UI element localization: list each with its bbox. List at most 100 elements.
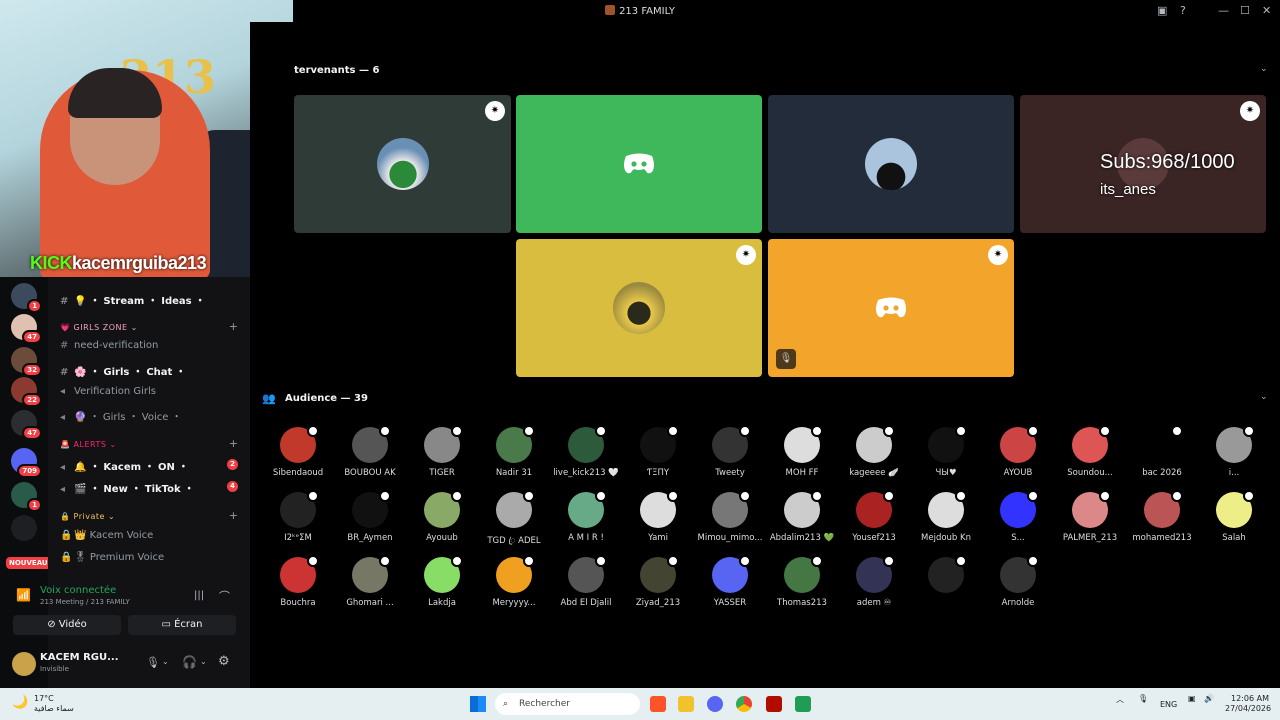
video-button[interactable]: ⊘ Vidéo: [13, 615, 121, 635]
server-icon[interactable]: 22: [11, 377, 42, 407]
taskbar-search[interactable]: ⌕ Rechercher: [495, 693, 640, 715]
audience-member[interactable]: A M I R !: [552, 490, 620, 543]
channel-new-tiktok[interactable]: ◂ 🎬 ・ New ・ TikTok ・: [60, 480, 194, 495]
disconnect-icon[interactable]: ⌒: [219, 588, 230, 604]
server-icon[interactable]: 47: [11, 410, 42, 440]
channel-girls-voice[interactable]: ◂ 🔮 ・ Girls ・ Voice ・: [60, 408, 182, 423]
speaker-tile[interactable]: ✷ Subs:968/1000 its_anes: [1020, 95, 1266, 233]
audience-member[interactable]: Ziyad_213: [624, 555, 692, 608]
server-icon[interactable]: 32: [11, 347, 42, 377]
chevron-down-icon[interactable]: ⌄: [1260, 64, 1268, 74]
audience-member[interactable]: ЧЫ♥: [912, 425, 980, 478]
windows-start-icon[interactable]: [470, 696, 486, 712]
category-private[interactable]: 🔒 Private ⌄: [60, 512, 115, 521]
folder-icon[interactable]: [678, 696, 694, 712]
brave-icon[interactable]: [650, 696, 666, 712]
audience-member[interactable]: kageeee 🪽: [840, 425, 908, 478]
voice-channel-path[interactable]: 213 Meeting / 213 FAMILY: [40, 598, 130, 606]
headset-icon[interactable]: 🎧: [182, 655, 197, 669]
audience-member[interactable]: adem ♾: [840, 555, 908, 608]
audience-member[interactable]: bac 2026: [1128, 425, 1196, 478]
microphone-icon[interactable]: 🎙: [1138, 694, 1148, 703]
audience-member[interactable]: live_kick213 🤍: [552, 425, 620, 478]
app-icon[interactable]: [795, 696, 811, 712]
server-icon[interactable]: 709: [11, 448, 42, 478]
server-icon[interactable]: [11, 515, 37, 541]
audience-member[interactable]: i...: [1200, 425, 1268, 478]
audience-member[interactable]: PALMER_213: [1056, 490, 1124, 543]
audience-member[interactable]: AYOUB: [984, 425, 1052, 478]
audience-member[interactable]: Ayouub: [408, 490, 476, 543]
clock[interactable]: 12:06 AM 27/04/2026: [1225, 694, 1271, 714]
channel-kacem-voice[interactable]: 🔒 👑 Kacem Voice: [60, 530, 153, 541]
audience-member[interactable]: Yami: [624, 490, 692, 543]
server-icon[interactable]: 47: [11, 314, 42, 344]
speakers-header[interactable]: tervenants — 6: [294, 65, 379, 76]
audience-member[interactable]: TGD ꦿ ADEL: [480, 490, 548, 551]
help-icon[interactable]: ?: [1180, 4, 1186, 17]
audience-member[interactable]: Meryyyy...: [480, 555, 548, 608]
chevron-up-icon[interactable]: ︿: [1116, 694, 1124, 705]
audience-member[interactable]: Bouchra: [264, 555, 332, 608]
audience-member[interactable]: Abd El Djalil: [552, 555, 620, 608]
server-icon[interactable]: 1: [11, 482, 42, 512]
speaker-tile[interactable]: [516, 95, 762, 233]
audience-member[interactable]: Ghomari ...: [336, 555, 404, 608]
category-alerts[interactable]: 🚨 ALERTS ⌄: [60, 440, 117, 449]
audience-member[interactable]: Abdalim213 💚: [768, 490, 836, 543]
audience-member[interactable]: Salah: [1200, 490, 1268, 543]
audience-member[interactable]: TIGER: [408, 425, 476, 478]
category-girls-zone[interactable]: 💗 GIRLS ZONE ⌄: [60, 323, 138, 332]
chevron-down-icon[interactable]: ⌄: [1260, 392, 1268, 402]
discord-icon[interactable]: [707, 696, 723, 712]
audience-member[interactable]: Lakdja: [408, 555, 476, 608]
chevron-down-icon[interactable]: ⌄: [200, 657, 207, 666]
chevron-down-icon[interactable]: ⌄: [162, 657, 169, 666]
channel-premium-voice[interactable]: 🔒 🎖 Premium Voice: [60, 552, 164, 563]
audience-member[interactable]: S...: [984, 490, 1052, 543]
audience-member[interactable]: YASSER: [696, 555, 764, 608]
audience-header[interactable]: Audience — 39: [285, 393, 368, 404]
add-channel-icon[interactable]: +: [229, 509, 238, 522]
add-channel-icon[interactable]: +: [229, 437, 238, 450]
noise-icon[interactable]: |||: [194, 590, 204, 601]
channel-need-verification[interactable]: # need-verification: [60, 340, 158, 351]
audience-member[interactable]: mohamed213: [1128, 490, 1196, 543]
screen-share-button[interactable]: ▭ Écran: [128, 615, 236, 635]
speaker-tile[interactable]: ✷: [516, 239, 762, 377]
acrobat-icon[interactable]: [766, 696, 782, 712]
language-indicator[interactable]: ENG: [1160, 700, 1177, 709]
minimize-button[interactable]: —: [1218, 4, 1229, 17]
audience-member[interactable]: Nadir 31: [480, 425, 548, 478]
server-icon[interactable]: 1: [11, 283, 42, 313]
volume-icon[interactable]: 🔊: [1204, 694, 1214, 703]
speaker-tile[interactable]: [768, 95, 1014, 233]
speaker-tile[interactable]: ✷ 🎙: [768, 239, 1014, 377]
inbox-icon[interactable]: ▣: [1157, 4, 1167, 17]
channel-girls-chat[interactable]: # 🌸 ・ Girls ・ Chat ・: [60, 363, 186, 378]
gear-icon[interactable]: ⚙: [218, 654, 230, 669]
audience-member[interactable]: BOUBOU AK: [336, 425, 404, 478]
audience-member[interactable]: Thomas213: [768, 555, 836, 608]
audience-member[interactable]: MÖH FF: [768, 425, 836, 478]
audience-member[interactable]: ƬΞПY: [624, 425, 692, 478]
avatar[interactable]: [12, 652, 36, 676]
audience-member[interactable]: Soundou...: [1056, 425, 1124, 478]
new-badge[interactable]: NOUVEAU: [6, 557, 51, 569]
channel-stream-ideas[interactable]: # 💡 ・ Stream ・ Ideas ・: [60, 292, 205, 307]
chrome-icon[interactable]: [736, 696, 752, 712]
microphone-icon[interactable]: 🎙: [146, 656, 160, 669]
maximize-button[interactable]: ☐: [1240, 4, 1250, 17]
channel-kacem-on[interactable]: ◂ 🔔 ・ Kacem ・ ON ・: [60, 458, 188, 473]
speaker-tile[interactable]: ✷: [294, 95, 511, 233]
audience-member[interactable]: Tweety: [696, 425, 764, 478]
audience-member[interactable]: Yousef213: [840, 490, 908, 543]
add-channel-icon[interactable]: +: [229, 320, 238, 333]
weather-widget[interactable]: 17°C سماء صافية: [34, 694, 74, 714]
audience-member[interactable]: Mejdoub Kn: [912, 490, 980, 543]
audience-member[interactable]: Arnolde: [984, 555, 1052, 608]
audience-member[interactable]: Sibendaoud: [264, 425, 332, 478]
network-icon[interactable]: ▣: [1188, 694, 1196, 703]
audience-member[interactable]: I2ᵏᵉΣM: [264, 490, 332, 543]
voice-status[interactable]: Voix connectée: [40, 585, 116, 596]
